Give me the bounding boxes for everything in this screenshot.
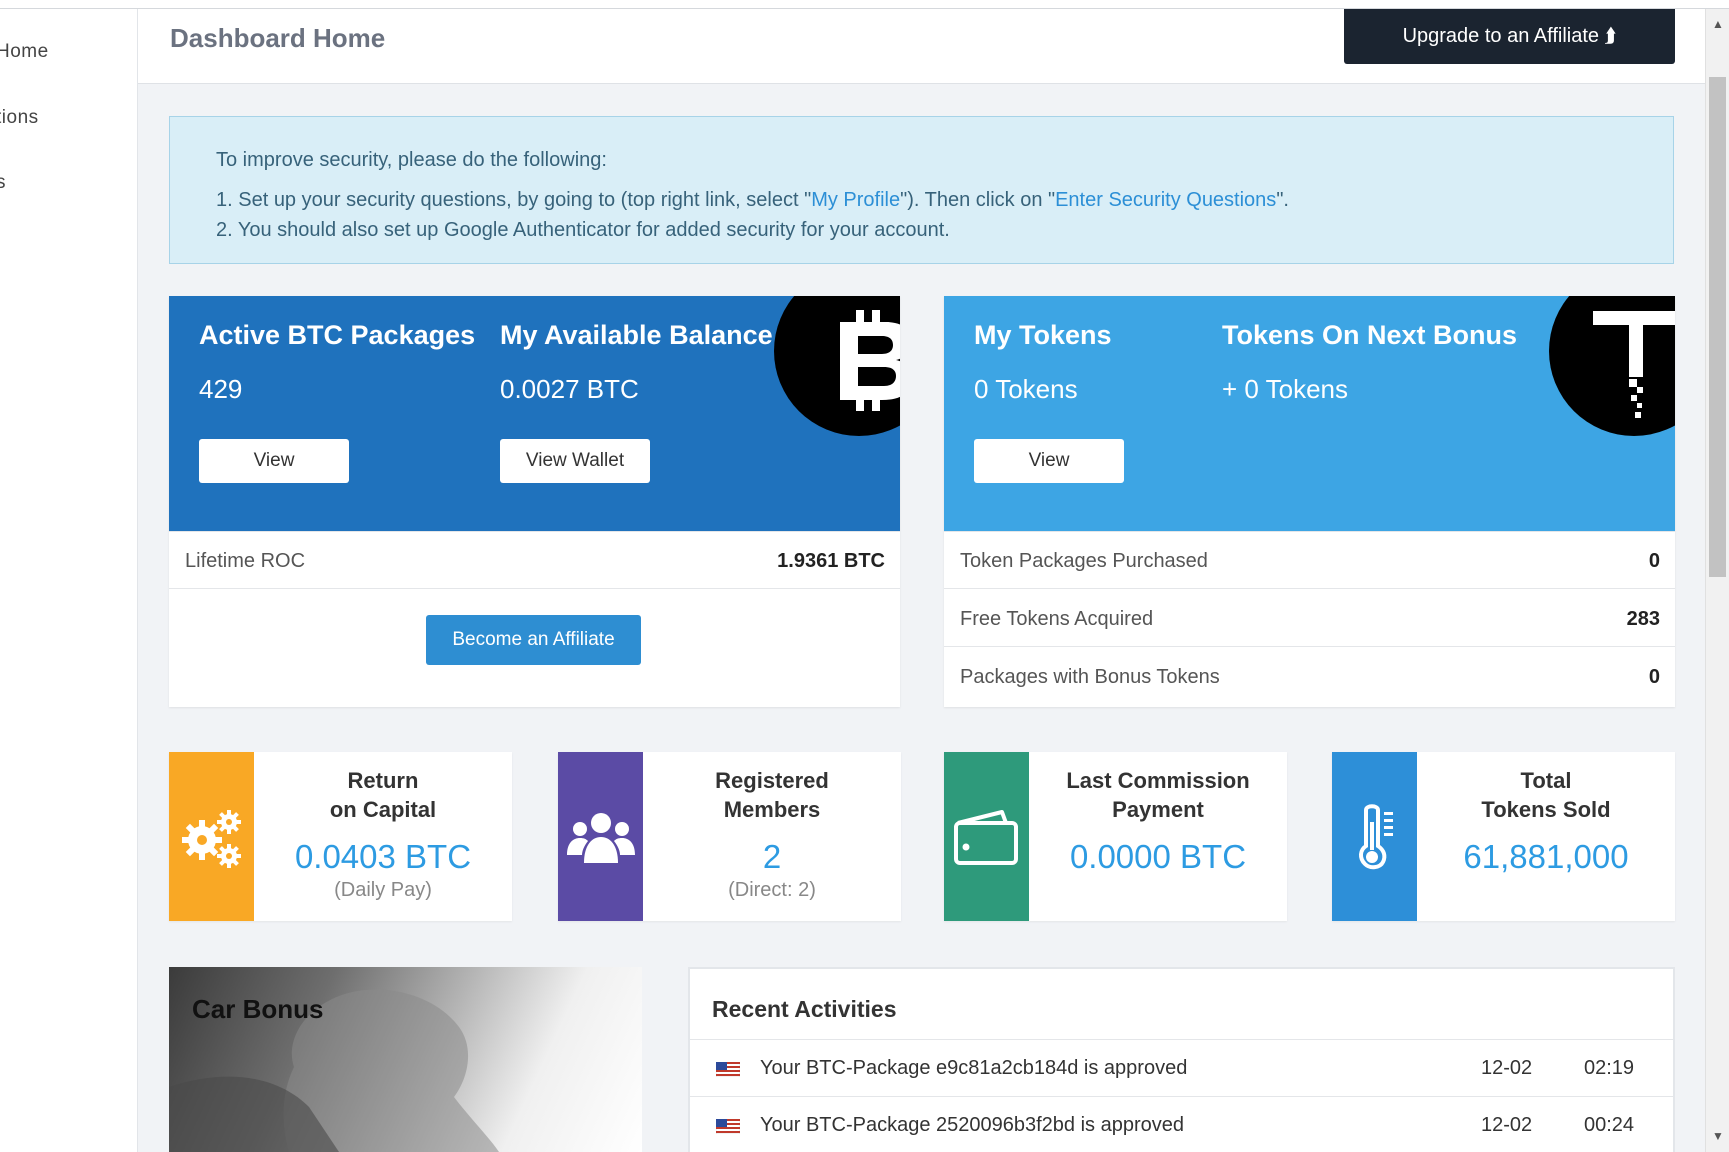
stat-label-line2: on Capital xyxy=(329,797,437,822)
stat-label-line1: Last Commission xyxy=(1066,768,1250,793)
active-btc-packages-title: Active BTC Packages xyxy=(199,320,476,350)
activity-date: 12-02 xyxy=(1481,1057,1533,1079)
view-wallet-button[interactable]: View Wallet xyxy=(500,439,650,483)
stat-sub: (Direct: 2) xyxy=(728,879,816,901)
upgrade-affiliate-button[interactable]: Upgrade to an Affiliate ⮭ xyxy=(1344,9,1675,64)
my-tokens-title: My Tokens xyxy=(974,320,1112,350)
alert-step-1-prefix: 1. Set up your security questions, by go… xyxy=(216,189,812,211)
stat-label: Registered Members xyxy=(643,766,901,824)
activity-text: Your BTC-Package 2520096b3f2bd is approv… xyxy=(760,1114,1185,1136)
free-tokens-value: 283 xyxy=(1626,608,1660,630)
stat-label: Return on Capital xyxy=(254,766,512,824)
activity-time: 00:24 xyxy=(1584,1114,1635,1136)
page-title: Dashboard Home xyxy=(170,23,386,53)
stat-label: Total Tokens Sold xyxy=(1417,766,1675,824)
divider xyxy=(169,531,900,532)
token-coin-icon xyxy=(1549,296,1675,436)
users-icon xyxy=(558,752,643,921)
lifetime-roc-label: Lifetime ROC xyxy=(185,550,306,572)
token-packages-value: 0 xyxy=(1648,550,1660,572)
stat-label-line1: Return xyxy=(347,768,419,793)
activity-time: 02:19 xyxy=(1584,1057,1635,1079)
stat-card-registered-members: Registered Members 2 (Direct: 2) xyxy=(558,752,901,921)
view-tokens-button[interactable]: View xyxy=(974,439,1124,483)
thermometer-icon xyxy=(1332,752,1417,921)
stat-card-return-on-capital: Return on Capital 0.0403 BTC (Daily Pay) xyxy=(169,752,512,921)
stat-label-line2: Members xyxy=(723,797,821,822)
list-item[interactable]: Your BTC-Package 2520096b3f2bd is approv… xyxy=(690,1096,1673,1152)
available-balance-title: My Available Balance xyxy=(500,320,773,350)
lifetime-roc-value: 1.9361 BTC xyxy=(777,550,885,572)
btc-panel-header: Active BTC Packages 429 View My Availabl… xyxy=(169,296,900,531)
enter-security-questions-link[interactable]: Enter Security Questions xyxy=(1055,189,1276,211)
scroll-down-icon[interactable]: ▼ xyxy=(1712,1129,1724,1143)
stat-card-total-tokens-sold: Total Tokens Sold 61,881,000 xyxy=(1332,752,1675,921)
stat-value: 61,881,000 xyxy=(1463,838,1629,875)
my-tokens-value: 0 Tokens xyxy=(974,374,1078,404)
gears-icon xyxy=(169,752,254,921)
free-tokens-label: Free Tokens Acquired xyxy=(960,608,1154,630)
sidebar-item-other[interactable]: s xyxy=(0,172,6,194)
stat-label-line2: Tokens Sold xyxy=(1481,797,1611,822)
my-profile-link[interactable]: My Profile xyxy=(811,189,900,211)
us-flag-icon xyxy=(716,1119,740,1134)
stat-sub: (Daily Pay) xyxy=(334,879,432,901)
btc-panel: Active BTC Packages 429 View My Availabl… xyxy=(169,296,900,707)
view-packages-button[interactable]: View xyxy=(199,439,349,483)
security-alert: To improve security, please do the follo… xyxy=(169,116,1674,264)
activity-text: Your BTC-Package e9c81a2cb184d is approv… xyxy=(760,1057,1188,1079)
bitcoin-icon xyxy=(774,296,900,436)
wallet-icon xyxy=(944,752,1029,921)
token-panel: My Tokens 0 Tokens View Tokens On Next B… xyxy=(944,296,1675,707)
active-btc-packages-value: 429 xyxy=(199,374,243,404)
stat-label-line1: Registered xyxy=(715,768,829,793)
alert-step-1: 1. Set up your security questions, by go… xyxy=(216,185,1627,215)
available-balance-value: 0.0027 BTC xyxy=(500,374,639,404)
stat-label-line2: Payment xyxy=(1112,797,1204,822)
stat-value: 0.0403 BTC xyxy=(294,838,472,875)
stat-value: 0.0000 BTC xyxy=(1069,838,1247,875)
stat-label: Last Commission Payment xyxy=(1029,766,1287,824)
activity-date: 12-02 xyxy=(1481,1114,1533,1136)
sidebar-item-home[interactable]: Home xyxy=(0,41,49,63)
page-header: Dashboard Home Upgrade to an Affiliate ⮭ xyxy=(138,9,1705,84)
divider xyxy=(944,646,1675,647)
recent-activities-panel: Recent Activities Your BTC-Package e9c81… xyxy=(688,967,1675,1152)
divider xyxy=(169,588,900,589)
list-item[interactable]: Your BTC-Package e9c81a2cb184d is approv… xyxy=(690,1039,1673,1096)
alert-step-1-mid: "). Then click on " xyxy=(900,189,1056,211)
alert-intro: To improve security, please do the follo… xyxy=(216,149,607,171)
scroll-thumb[interactable] xyxy=(1709,77,1726,577)
alert-step-2: 2. You should also set up Google Authent… xyxy=(216,219,950,241)
recent-activities-title: Recent Activities xyxy=(712,996,897,1022)
next-bonus-value: + 0 Tokens xyxy=(1222,374,1349,404)
car-bonus-card[interactable]: Car Bonus xyxy=(169,967,642,1152)
bonus-packages-label: Packages with Bonus Tokens xyxy=(960,666,1220,688)
bonus-packages-value: 0 xyxy=(1648,666,1660,688)
divider xyxy=(944,531,1675,532)
divider xyxy=(944,588,1675,589)
scroll-up-icon[interactable]: ▲ xyxy=(1712,17,1724,31)
token-panel-header: My Tokens 0 Tokens View Tokens On Next B… xyxy=(944,296,1675,531)
sidebar: Home tions s xyxy=(0,9,138,1152)
alert-step-1-suffix: ". xyxy=(1276,189,1289,211)
window-top-border xyxy=(0,0,1729,9)
stat-card-last-commission: Last Commission Payment 0.0000 BTC xyxy=(944,752,1287,921)
car-bonus-title: Car Bonus xyxy=(192,994,324,1024)
stat-value: 2 xyxy=(762,838,782,875)
sidebar-item-transactions[interactable]: tions xyxy=(0,107,39,129)
token-packages-label: Token Packages Purchased xyxy=(960,550,1208,572)
next-bonus-title: Tokens On Next Bonus xyxy=(1222,320,1518,350)
us-flag-icon xyxy=(716,1062,740,1077)
become-affiliate-button[interactable]: Become an Affiliate xyxy=(426,615,641,665)
stat-label-line1: Total xyxy=(1520,768,1572,793)
scrollbar[interactable]: ▲ ▼ xyxy=(1705,9,1729,1152)
